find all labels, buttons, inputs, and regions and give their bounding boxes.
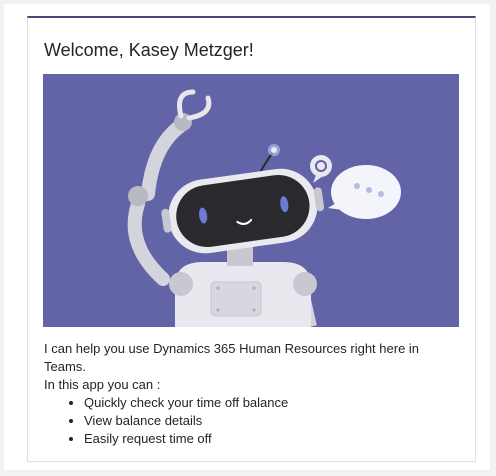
hero-image — [43, 74, 459, 327]
list-item: View balance details — [84, 412, 454, 430]
card-body: I can help you use Dynamics 365 Human Re… — [44, 340, 454, 448]
card-title: Welcome, Kasey Metzger! — [44, 40, 254, 60]
intro-text: I can help you use Dynamics 365 Human Re… — [44, 341, 420, 374]
list-item: Easily request time off — [84, 430, 454, 448]
feature-list: Quickly check your time off balance View… — [44, 394, 454, 448]
list-item: Quickly check your time off balance — [84, 394, 454, 412]
list-heading: In this app you can : — [44, 377, 161, 392]
chat-message-area: Welcome, Kasey Metzger! I can help you u… — [4, 4, 490, 470]
adaptive-card-welcome: Welcome, Kasey Metzger! I can help you u… — [27, 16, 476, 462]
robot-illustration — [43, 74, 459, 327]
